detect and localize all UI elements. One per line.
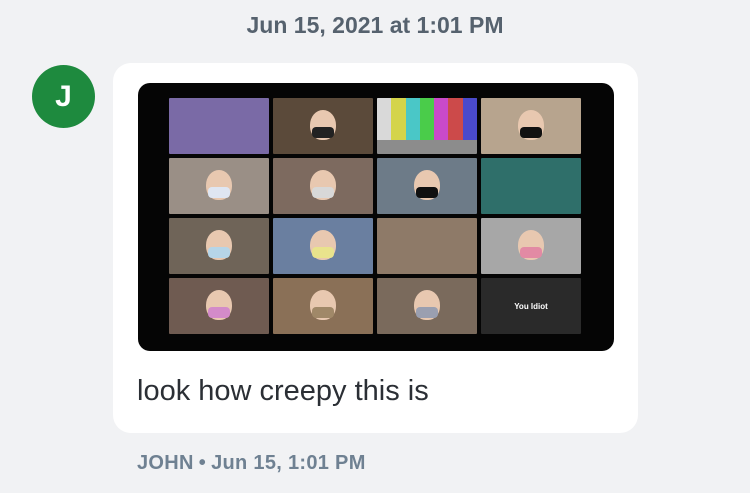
video-tile (377, 158, 477, 214)
video-tile (169, 278, 269, 334)
video-tile (273, 98, 373, 154)
video-tile (273, 218, 373, 274)
participant-mask (208, 307, 230, 319)
video-tile (273, 158, 373, 214)
avatar[interactable]: J (32, 65, 95, 128)
tile-label: You Idiot (514, 301, 548, 311)
video-tile (169, 158, 269, 214)
image-attachment[interactable]: You Idiot (138, 83, 614, 351)
color-bar (391, 98, 406, 140)
participant-mask (208, 247, 230, 259)
video-tile (481, 98, 581, 154)
color-bar (405, 98, 420, 140)
participant-mask (312, 127, 334, 139)
video-tile (169, 98, 269, 154)
video-tile (377, 278, 477, 334)
meta-separator: • (198, 452, 207, 474)
color-bar (419, 98, 435, 140)
video-tile (481, 218, 581, 274)
video-tile: You Idiot (481, 278, 581, 334)
video-tile (481, 158, 581, 214)
participant-mask (520, 247, 542, 259)
video-tile (273, 278, 373, 334)
video-tile (377, 218, 477, 274)
meta-sender: JOHN (137, 452, 194, 474)
video-tile (377, 98, 477, 154)
participant-mask (416, 307, 438, 319)
timestamp-header: Jun 15, 2021 at 1:01 PM (246, 12, 504, 38)
video-tile (169, 218, 269, 274)
participant-mask (312, 187, 334, 199)
meta-time: Jun 15, 1:01 PM (211, 452, 366, 474)
participant-mask (520, 127, 542, 139)
color-bar (434, 98, 449, 140)
message-text: look how creepy this is (137, 375, 429, 407)
message-bubble[interactable]: You Idiot look how creepy this is (113, 63, 638, 433)
video-call-grid: You Idiot (169, 98, 581, 336)
color-bar (462, 98, 477, 140)
participant-mask (208, 187, 230, 199)
participant-mask (312, 307, 334, 319)
message-meta: JOHN • Jun 15, 1:01 PM (137, 452, 366, 475)
participant-mask (312, 247, 334, 259)
color-bar (377, 98, 392, 140)
color-bar (448, 98, 463, 140)
participant-mask (416, 187, 438, 199)
